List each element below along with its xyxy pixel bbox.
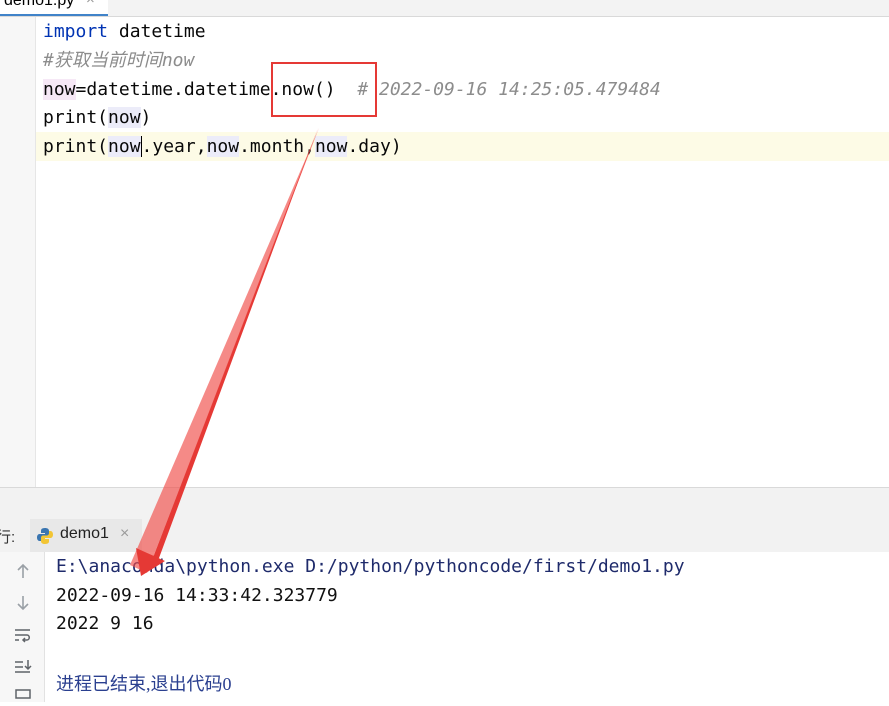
annotation-arrow	[130, 128, 319, 576]
